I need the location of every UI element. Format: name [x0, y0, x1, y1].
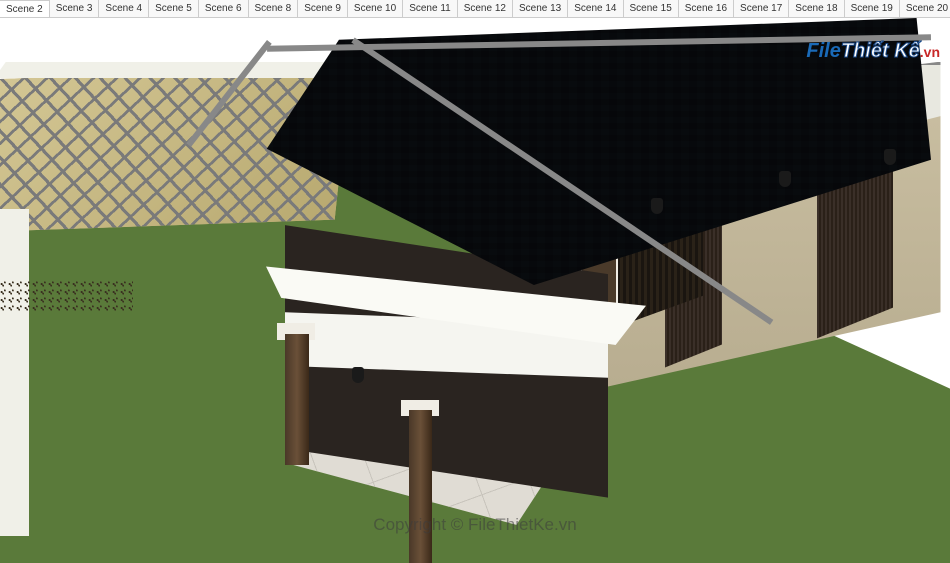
- scene-tab-11[interactable]: Scene 11: [403, 0, 458, 17]
- watermark-logo: FileThiết Kế.vn: [806, 40, 940, 63]
- model-viewport[interactable]: FileThiết Kế.vn Copyright © FileThietKe.…: [0, 18, 950, 563]
- scene-tab-15[interactable]: Scene 15: [624, 0, 679, 17]
- scene-tab-19[interactable]: Scene 19: [845, 0, 900, 17]
- porch-post-1: [285, 334, 309, 465]
- wall-lamp-icon: [884, 149, 896, 165]
- scene-tab-bar: Scene 2 Scene 3 Scene 4 Scene 5 Scene 6 …: [0, 0, 950, 18]
- scene-tab-13[interactable]: Scene 13: [513, 0, 568, 17]
- dirt-patch: [0, 280, 133, 313]
- logo-text-vn: .vn: [920, 44, 940, 60]
- scene-tab-4[interactable]: Scene 4: [99, 0, 149, 17]
- scene-3d-content: [0, 18, 950, 563]
- scene-tab-2[interactable]: Scene 2: [0, 0, 50, 17]
- scene-tab-6[interactable]: Scene 6: [199, 0, 249, 17]
- scene-tab-5[interactable]: Scene 5: [149, 0, 199, 17]
- wall-lamp-icon: [651, 198, 663, 214]
- scene-tab-17[interactable]: Scene 17: [734, 0, 789, 17]
- scene-tab-3[interactable]: Scene 3: [50, 0, 100, 17]
- scene-tab-16[interactable]: Scene 16: [679, 0, 734, 17]
- watermark-copyright: Copyright © FileThietKe.vn: [373, 515, 576, 535]
- scene-tab-9[interactable]: Scene 9: [298, 0, 348, 17]
- scene-tab-14[interactable]: Scene 14: [568, 0, 623, 17]
- scene-tab-10[interactable]: Scene 10: [348, 0, 403, 17]
- logo-text-thietke: Thiết Kế: [841, 40, 920, 62]
- porch-post-2: [409, 410, 433, 563]
- scene-tab-18[interactable]: Scene 18: [789, 0, 844, 17]
- wall-lamp-icon: [352, 367, 364, 383]
- boundary-wall-left: [0, 209, 29, 536]
- wall-lamp-icon: [779, 171, 791, 187]
- scene-tab-8[interactable]: Scene 8: [249, 0, 299, 17]
- scene-tab-20[interactable]: Scene 20: [900, 0, 950, 17]
- scene-tab-12[interactable]: Scene 12: [458, 0, 513, 17]
- logo-text-file: File: [806, 40, 840, 62]
